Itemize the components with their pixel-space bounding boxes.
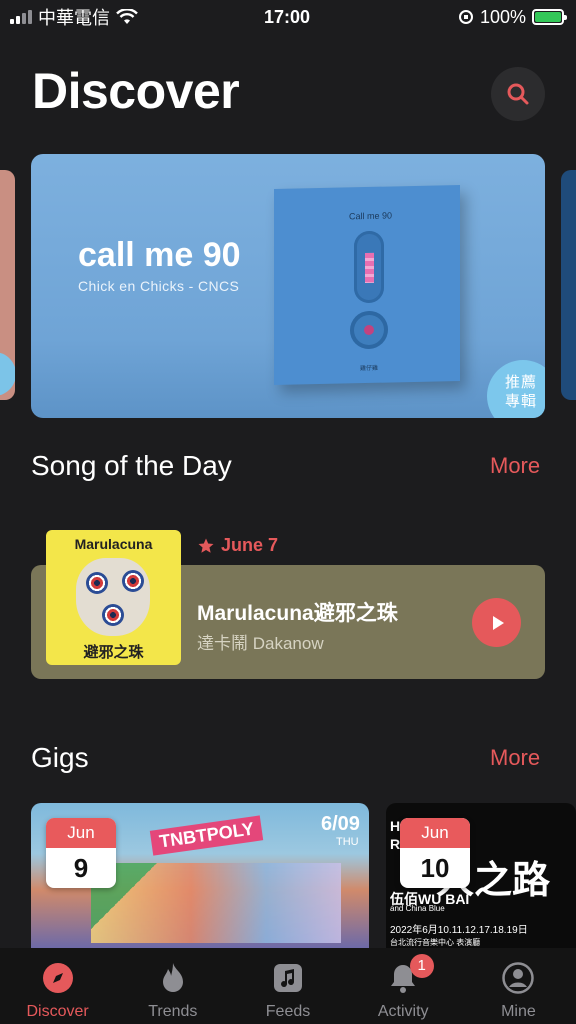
banner-title: call me 90 xyxy=(78,236,241,274)
gig-day: 10 xyxy=(420,853,450,883)
search-button[interactable] xyxy=(491,67,545,121)
status-left: 中華電信 xyxy=(10,4,210,30)
gig-month: Jun xyxy=(400,818,470,848)
song-cover-art: Marulacuna 避邪之珠 xyxy=(46,530,181,665)
badge-line-2: 專輯 xyxy=(505,393,538,410)
gig-poster-dates: 2022年6月10.11.12.17.18.19日 xyxy=(390,925,528,936)
gig-month: Jun xyxy=(46,818,116,848)
search-icon xyxy=(507,83,529,105)
banner-subtitle: Chick en Chicks - CNCS xyxy=(78,278,240,294)
gig-poster-subtitle: and China Blue xyxy=(390,904,445,913)
tab-label: Mine xyxy=(501,1003,536,1020)
carrier-label: 中華電信 xyxy=(38,8,110,28)
page-title: Discover xyxy=(32,63,240,119)
battery-percent: 100% xyxy=(479,6,526,27)
carousel-next-card[interactable] xyxy=(561,170,576,400)
song-date: June 7 xyxy=(197,535,278,556)
tab-discover[interactable]: Discover xyxy=(0,948,115,1024)
gigs-heading: Gigs xyxy=(31,742,89,773)
activity-notification-badge: 1 xyxy=(409,954,434,978)
tab-trends[interactable]: Trends xyxy=(115,948,230,1024)
tab-label: Trends xyxy=(148,1003,198,1020)
cover-pot-graphic xyxy=(76,558,150,636)
music-note-icon xyxy=(271,961,305,995)
album-slot-graphic xyxy=(354,230,384,304)
cover-subtitle-text: 避邪之珠 xyxy=(83,644,144,661)
gig-poster-illustration xyxy=(91,863,341,943)
gig-poster-weekday: THU xyxy=(336,836,359,848)
orientation-lock-icon xyxy=(458,10,473,24)
play-icon xyxy=(492,615,504,630)
recommended-album-badge: 推薦 專輯 xyxy=(487,360,545,418)
play-button[interactable] xyxy=(472,598,521,647)
status-right: 100% xyxy=(364,6,567,28)
wifi-icon xyxy=(116,9,138,24)
gig-poster-venue: 台北流行音樂中心 表演廳 xyxy=(390,938,481,947)
album-disc-graphic xyxy=(350,310,388,350)
gigs-more-link[interactable]: More xyxy=(490,745,540,771)
album-mark: 雞仔雞 xyxy=(360,365,379,373)
tab-feeds[interactable]: Feeds xyxy=(230,948,345,1024)
tab-label: Activity xyxy=(377,1003,429,1020)
tab-label: Feeds xyxy=(265,1003,311,1020)
prev-card-badge xyxy=(0,352,15,396)
status-bar: 中華電信 17:00 100% xyxy=(0,0,576,34)
flame-icon xyxy=(156,961,190,995)
gig-date-badge: Jun 9 xyxy=(46,818,116,888)
song-artist: 達卡鬧 Dakanow xyxy=(197,634,324,653)
person-icon xyxy=(501,961,535,995)
tab-activity[interactable]: 1 Activity xyxy=(346,948,461,1024)
song-date-label: June 7 xyxy=(221,535,279,555)
cover-title-text: Marulacuna xyxy=(74,536,153,552)
song-of-the-day-heading: Song of the Day xyxy=(31,450,232,481)
signal-icon xyxy=(10,10,32,24)
star-icon xyxy=(198,538,214,553)
album-artwork: Call me 90 雞仔雞 xyxy=(274,185,460,385)
gig-day: 9 xyxy=(73,853,89,883)
tab-label: Discover xyxy=(26,1003,89,1020)
compass-icon xyxy=(41,961,75,995)
gig-poster-title: TNBTPOLY xyxy=(149,815,264,856)
song-of-the-day-more-link[interactable]: More xyxy=(490,453,540,479)
tab-bar: Discover Trends Feeds 1 Activity Mine xyxy=(0,948,576,1024)
gig-date-badge: Jun 10 xyxy=(400,818,470,888)
carousel-prev-card[interactable] xyxy=(0,170,15,400)
song-title: Marulacuna避邪之珠 xyxy=(197,602,398,625)
status-time: 17:00 xyxy=(263,6,311,27)
badge-line-1: 推薦 xyxy=(505,374,538,391)
featured-album-banner[interactable]: call me 90 Chick en Chicks - CNCS Call m… xyxy=(31,154,545,418)
gig-poster-date: 6/09 xyxy=(321,813,360,835)
battery-icon xyxy=(531,9,567,25)
tab-mine[interactable]: Mine xyxy=(461,948,576,1024)
album-label: Call me 90 xyxy=(349,210,393,222)
